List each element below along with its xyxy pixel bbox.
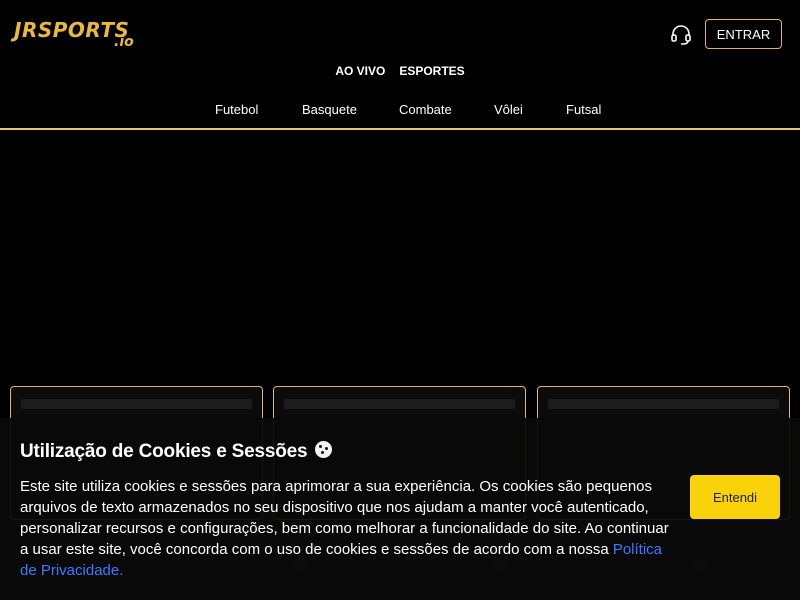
logo-suffix: .io	[114, 34, 134, 50]
cookie-title: Utilização de Cookies e Sessões	[20, 441, 333, 463]
site-logo[interactable]: JRSPORTS .io	[14, 18, 134, 51]
headset-icon[interactable]	[669, 22, 693, 46]
accept-cookies-button[interactable]: Entendi	[690, 475, 780, 519]
sport-nav: Futebol Basquete Combate Vôlei Futsal	[0, 102, 800, 122]
sport-tab-volei[interactable]: Vôlei	[494, 102, 523, 117]
cookie-text: Este site utiliza cookies e sessões para…	[20, 478, 669, 558]
cookie-banner: Utilização de Cookies e Sessões Este sit…	[0, 418, 800, 600]
main-nav: AO VIVO ESPORTES	[0, 64, 800, 78]
nav-item-ao-vivo[interactable]: AO VIVO	[335, 64, 385, 78]
cookie-icon	[315, 441, 333, 458]
loading-placeholder	[548, 399, 779, 409]
site-header: JRSPORTS .io ENTRAR AO VIVO ESPORTES Fut…	[0, 0, 800, 130]
cookie-description: Este site utiliza cookies e sessões para…	[20, 476, 680, 581]
logo-text: JRSPORTS	[14, 18, 130, 42]
sport-tab-basquete[interactable]: Basquete	[302, 102, 357, 117]
loading-placeholder	[284, 399, 515, 409]
login-button[interactable]: ENTRAR	[705, 19, 782, 49]
cookie-title-text: Utilização de Cookies e Sessões	[20, 441, 308, 462]
loading-placeholder	[21, 399, 252, 409]
sport-tab-combate[interactable]: Combate	[399, 102, 452, 117]
sport-tab-futsal[interactable]: Futsal	[566, 102, 601, 117]
sport-tab-futebol[interactable]: Futebol	[215, 102, 258, 117]
nav-item-esportes[interactable]: ESPORTES	[399, 64, 464, 78]
